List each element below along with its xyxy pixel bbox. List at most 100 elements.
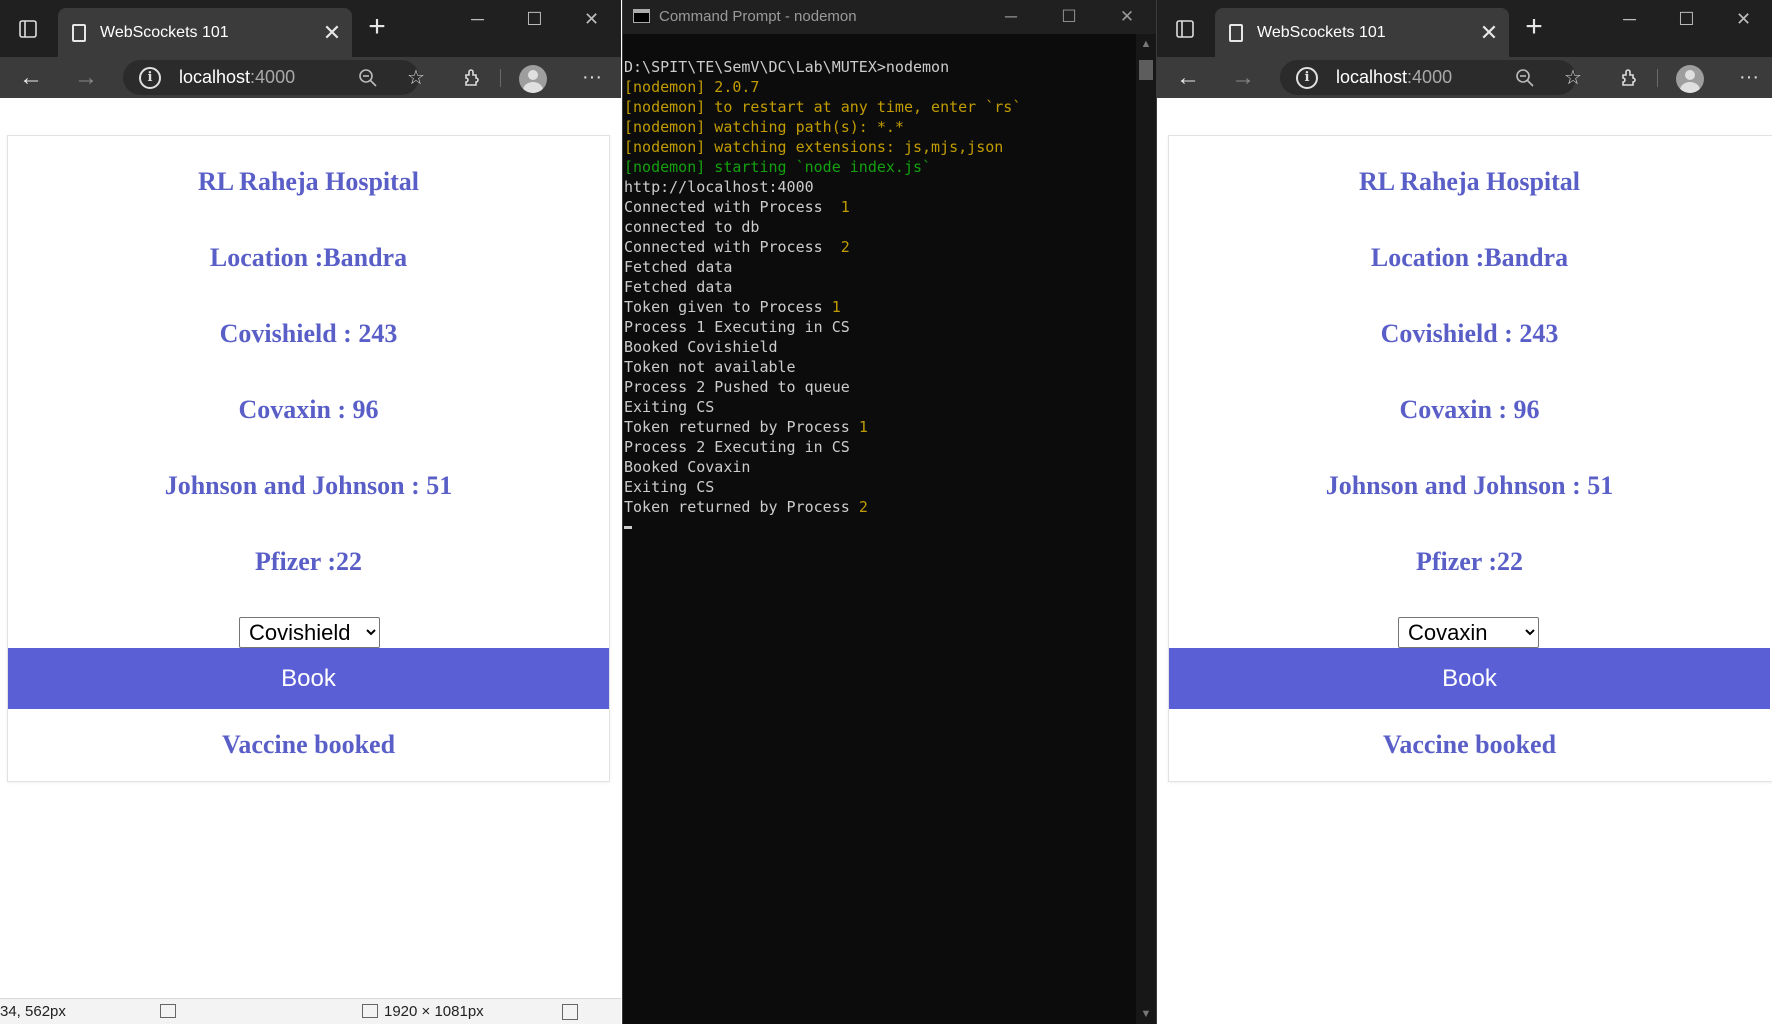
new-tab-button[interactable]: + [1517, 10, 1551, 44]
left-browser-window: WebScockets 101 ✕ + ─ ☐ ✕ ← → i localhos… [0, 0, 621, 1024]
window-close-icon[interactable]: ✕ [1715, 0, 1772, 38]
book-button[interactable]: Book [1169, 648, 1770, 709]
zoom-out-icon[interactable] [1505, 57, 1545, 98]
hospital-name: RL Raheja Hospital [197, 167, 420, 196]
page-content: RL Raheja Hospital Location :Bandra Covi… [1157, 98, 1772, 1024]
covishield-count: Covishield : 243 [219, 319, 398, 348]
scroll-down-icon[interactable]: ▼ [1136, 1008, 1156, 1020]
terminal-scrollbar[interactable]: ▲ ▼ [1136, 34, 1156, 1024]
window-close-icon[interactable]: ✕ [563, 0, 620, 38]
close-tab-icon[interactable]: ✕ [312, 20, 352, 46]
url-host: localhost [1336, 67, 1408, 87]
vaccine-select[interactable]: CovishieldCovaxinJohnson and JohnsonPfiz… [1398, 617, 1539, 648]
more-options-icon[interactable]: ··· [572, 57, 612, 98]
terminal-line: Booked Covaxin [624, 458, 751, 476]
terminal-line: [nodemon] watching extensions: js,mjs,js… [624, 138, 1004, 156]
terminal-line: http://localhost:4000 [624, 178, 814, 196]
jnj-count: Johnson and Johnson : 51 [164, 471, 453, 500]
forward-icon[interactable]: → [1223, 57, 1263, 98]
terminal-line: [nodemon] 2.0.7 [624, 78, 760, 96]
terminal-cursor [624, 526, 632, 529]
maximize-icon[interactable]: ☐ [1040, 0, 1098, 34]
terminal-line: [nodemon] watching path(s): *.* [624, 118, 904, 136]
terminal-cursor-line [624, 517, 1021, 537]
minimize-icon[interactable]: ─ [1601, 0, 1658, 38]
minimize-icon[interactable]: ─ [982, 0, 1040, 34]
vaccine-select[interactable]: CovishieldCovaxinJohnson and JohnsonPfiz… [239, 617, 380, 648]
site-info-icon[interactable]: i [139, 66, 161, 89]
extensions-icon[interactable] [452, 57, 492, 98]
profile-avatar[interactable] [519, 65, 547, 93]
more-options-icon[interactable]: ··· [1729, 57, 1769, 98]
window-close-icon[interactable]: ✕ [1098, 0, 1156, 34]
terminal-line: Connected with Process 1 [624, 198, 850, 216]
add-favorite-icon[interactable]: ☆ [396, 57, 436, 98]
book-button[interactable]: Book [8, 648, 609, 709]
image-size-icon [362, 1004, 378, 1018]
browser-toolbar: ← → i localhost:4000 ☆ ··· [1157, 57, 1772, 98]
terminal-title: Command Prompt - nodemon [659, 8, 857, 25]
right-browser-window: WebScockets 101 ✕ + ─ ☐ ✕ ← → i localhos… [1157, 0, 1772, 1024]
zoom-out-icon[interactable] [348, 57, 388, 98]
terminal-titlebar: Command Prompt - nodemon ─ ☐ ✕ [623, 0, 1156, 34]
save-icon[interactable] [562, 1004, 578, 1020]
terminal-line: Fetched data [624, 258, 733, 276]
profile-avatar[interactable] [1676, 65, 1704, 93]
selection-icon [160, 1004, 176, 1018]
hospital-location: Location :Bandra [209, 243, 408, 272]
hospital-location: Location :Bandra [1370, 243, 1569, 272]
page-content: RL Raheja Hospital Location :Bandra Covi… [0, 98, 621, 1024]
terminal-line: Process 1 Executing in CS [624, 318, 850, 336]
new-tab-button[interactable]: + [360, 10, 394, 44]
covishield-count: Covishield : 243 [1380, 319, 1559, 348]
maximize-icon[interactable]: ☐ [506, 0, 563, 38]
terminal-line: Booked Covishield [624, 338, 778, 356]
command-prompt-window: Command Prompt - nodemon ─ ☐ ✕ D:\SPIT\T… [622, 0, 1157, 1024]
page-icon [72, 23, 86, 42]
terminal-output: D:\SPIT\TE\SemV\DC\Lab\MUTEX>nodemon [nod… [624, 57, 1021, 537]
booking-status: Vaccine booked [1382, 730, 1557, 759]
browser-toolbar: ← → i localhost:4000 ☆ ··· [0, 57, 621, 98]
maximize-icon[interactable]: ☐ [1658, 0, 1715, 38]
tab-actions-icon[interactable] [1157, 0, 1212, 57]
terminal-line: Fetched data [624, 278, 733, 296]
covaxin-count: Covaxin : 96 [1399, 395, 1540, 424]
site-info-icon[interactable]: i [1296, 66, 1318, 89]
hospital-name: RL Raheja Hospital [1358, 167, 1581, 196]
back-icon[interactable]: ← [1168, 57, 1208, 98]
pfizer-count: Pfizer :22 [254, 547, 363, 576]
scroll-up-icon[interactable]: ▲ [1136, 38, 1156, 50]
terminal-line: Process 2 Pushed to queue [624, 378, 850, 396]
terminal-line: Token not available [624, 358, 796, 376]
add-favorite-icon[interactable]: ☆ [1553, 57, 1593, 98]
terminal-line: connected to db [624, 218, 760, 236]
url-host: localhost [179, 67, 251, 87]
close-tab-icon[interactable]: ✕ [1469, 20, 1509, 46]
terminal-line: [nodemon] starting `node index.js` [624, 158, 932, 176]
cmd-icon [633, 9, 650, 23]
tab-bar: WebScockets 101 ✕ + ─ ☐ ✕ [1157, 0, 1772, 57]
terminal-line: Token returned by Process 2 [624, 498, 868, 516]
terminal-line: Token given to Process 1 [624, 298, 841, 316]
minimize-icon[interactable]: ─ [449, 0, 506, 38]
terminal-line: [nodemon] to restart at any time, enter … [624, 98, 1022, 116]
browser-tab[interactable]: WebScockets 101 ✕ [58, 8, 352, 57]
booking-status: Vaccine booked [221, 730, 396, 759]
tab-actions-icon[interactable] [0, 0, 55, 57]
browser-tab[interactable]: WebScockets 101 ✕ [1215, 8, 1509, 57]
cursor-coordinates: 34, 562px [0, 1003, 66, 1020]
tab-title: WebScockets 101 [1257, 23, 1386, 41]
pfizer-count: Pfizer :22 [1415, 547, 1524, 576]
hospital-card: RL Raheja Hospital Location :Bandra Covi… [7, 135, 610, 782]
tab-bar: WebScockets 101 ✕ + ─ ☐ ✕ [0, 0, 621, 57]
extensions-icon[interactable] [1609, 57, 1649, 98]
scroll-thumb[interactable] [1139, 60, 1153, 80]
url-port: :4000 [250, 67, 296, 87]
terminal-line: D:\SPIT\TE\SemV\DC\Lab\MUTEX>nodemon [624, 58, 950, 76]
back-icon[interactable]: ← [11, 57, 51, 98]
terminal-line: Connected with Process 2 [624, 238, 850, 256]
page-icon [1229, 23, 1243, 42]
jnj-count: Johnson and Johnson : 51 [1325, 471, 1614, 500]
forward-icon[interactable]: → [66, 57, 106, 98]
image-dimensions: 1920 × 1081px [384, 1003, 484, 1020]
